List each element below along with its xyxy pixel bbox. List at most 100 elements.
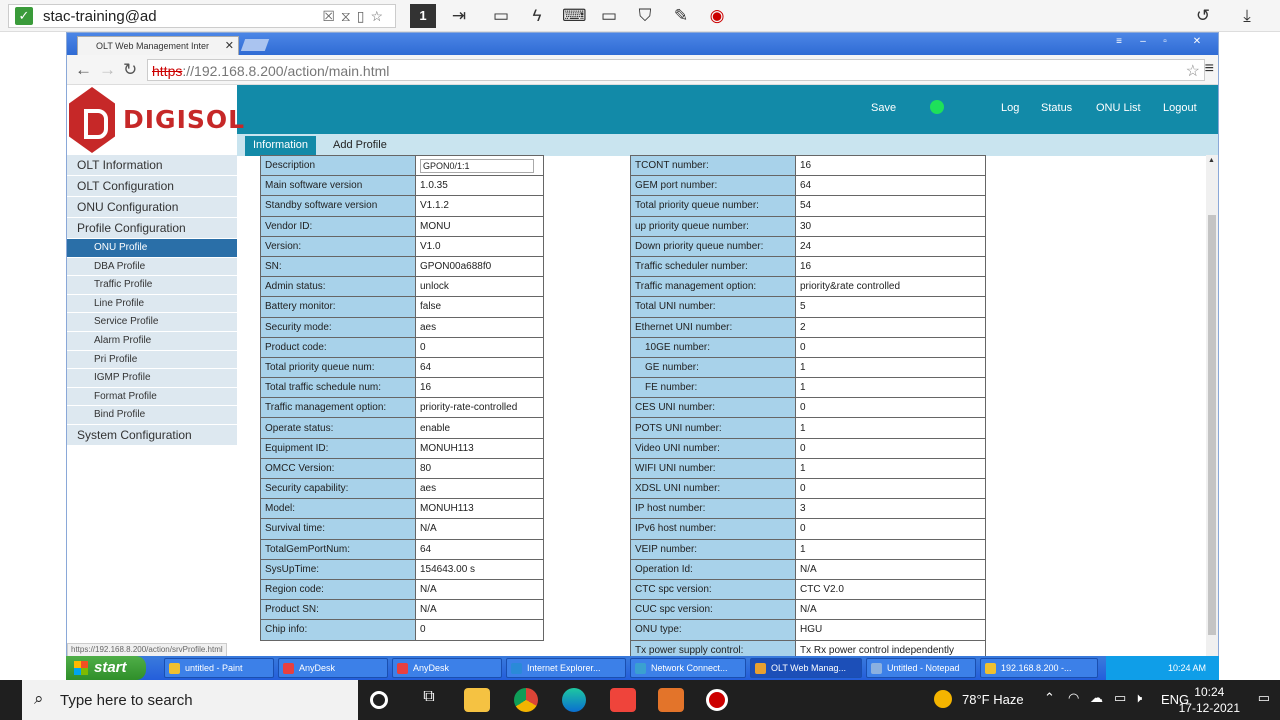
tab-add-profile[interactable]: Add Profile — [333, 139, 387, 151]
xp-taskbar-button[interactable]: AnyDesk — [278, 658, 388, 678]
user-icon[interactable]: ≡ — [1110, 36, 1128, 47]
field-value: MONUH113 — [415, 437, 544, 459]
weather-text[interactable]: 78°F Haze — [962, 692, 1024, 707]
sidebar-item-profile-configuration[interactable]: Profile Configuration — [67, 218, 237, 239]
show-hidden-icons-icon[interactable]: ⌃ — [1044, 690, 1055, 706]
record-icon[interactable]: ◉ — [706, 5, 728, 27]
sidebar-item-traffic-profile[interactable]: Traffic Profile — [67, 276, 237, 295]
bookmark-star-icon[interactable]: ☆ — [1186, 61, 1200, 81]
field-label: Description — [260, 154, 416, 177]
notifications-icon[interactable]: ▭ — [1258, 690, 1270, 706]
windows-start-icon[interactable] — [0, 680, 22, 720]
table-row: Admin status: unlock — [260, 276, 544, 298]
logout-link[interactable]: Logout — [1163, 102, 1197, 114]
xp-taskbar-button-label: OLT Web Manag... — [771, 663, 847, 673]
scroll-thumb[interactable] — [1208, 215, 1216, 635]
task-view-icon[interactable]: ⧉ — [416, 688, 442, 712]
taskbar-clock[interactable]: 10:24 17-12-2021 — [1179, 684, 1240, 716]
window-close-icon[interactable]: ✕ — [1188, 36, 1206, 47]
clock-time: 10:24 — [1194, 685, 1225, 699]
taskbar-search-box[interactable]: ⌕ Type here to search — [22, 680, 358, 720]
skype-icon[interactable] — [658, 688, 684, 712]
anydesk-icon[interactable] — [610, 688, 636, 712]
browser-tab[interactable]: OLT Web Management Inter ✕ — [77, 36, 239, 55]
field-value: aes — [415, 316, 544, 338]
scroll-up-icon[interactable]: ▲ — [1208, 157, 1215, 164]
download-icon[interactable]: ⤓ — [1236, 5, 1258, 27]
table-row: Standby software version V1.1.2 — [260, 195, 544, 217]
battery-icon[interactable]: ▭ — [1114, 690, 1126, 706]
field-label: Version: — [260, 235, 416, 257]
xp-taskbar-button[interactable]: untitled - Paint — [164, 658, 274, 678]
recorder-icon[interactable] — [706, 689, 728, 711]
xp-taskbar-button[interactable]: 192.168.8.200 -... — [980, 658, 1098, 678]
keyboard-icon[interactable]: ⌨ — [562, 5, 587, 27]
onedrive-cloud-icon[interactable]: ☁ — [1090, 690, 1103, 706]
draw-pen-icon[interactable]: ✎ — [670, 5, 692, 27]
file-transfer-icon[interactable]: ⇥ — [448, 5, 470, 27]
sidebar-item-onu-configuration[interactable]: ONU Configuration — [67, 197, 237, 218]
link-status-url: https://192.168.8.200/action/srvProfile.… — [67, 643, 227, 657]
sidebar-item-olt-configuration[interactable]: OLT Configuration — [67, 176, 237, 197]
new-tab-button[interactable] — [240, 39, 270, 51]
session-tab[interactable]: 1 — [410, 4, 436, 28]
reload-icon[interactable]: ↻ — [123, 60, 137, 80]
history-icon[interactable]: ↺ — [1192, 5, 1214, 27]
back-arrow-icon[interactable]: ← — [75, 60, 92, 80]
sidebar-item-dba-profile[interactable]: DBA Profile — [67, 257, 237, 277]
permissions-shield-icon[interactable]: ⛉ — [634, 5, 656, 27]
app-icon — [871, 663, 882, 674]
sidebar-item-olt-information[interactable]: OLT Information — [67, 155, 237, 176]
save-link[interactable]: Save — [871, 102, 896, 114]
chrome-icon[interactable] — [514, 688, 538, 712]
maximize-icon[interactable]: ▫ — [1156, 36, 1174, 47]
page-scrollbar[interactable]: ▲ — [1206, 155, 1218, 657]
onu-list-link[interactable]: ONU List — [1096, 102, 1141, 114]
field-value: 1 — [795, 377, 986, 399]
sidebar-item-system-configuration[interactable]: System Configuration — [67, 424, 237, 446]
sidebar-item-igmp-profile[interactable]: IGMP Profile — [67, 369, 237, 388]
field-label: CUC spc version: — [630, 599, 796, 621]
xp-start-button[interactable]: start — [66, 656, 146, 680]
sidebar-item-format-profile[interactable]: Format Profile — [67, 387, 237, 407]
field-label: TCONT number: — [630, 154, 796, 177]
volume-muted-icon[interactable]: 🕨 — [1134, 690, 1142, 706]
xp-taskbar-button[interactable]: AnyDesk — [392, 658, 502, 678]
minimize-icon[interactable]: – — [1134, 36, 1152, 47]
sidebar-item-alarm-profile[interactable]: Alarm Profile — [67, 331, 237, 351]
sidebar-item-pri-profile[interactable]: Pri Profile — [67, 350, 237, 370]
forward-arrow-icon[interactable]: → — [99, 60, 116, 80]
sidebar-item-onu-profile[interactable]: ONU Profile — [67, 239, 237, 258]
chat-icon[interactable]: ▭ — [490, 5, 512, 27]
table-row: Version: V1.0 — [260, 235, 544, 257]
xp-taskbar-button[interactable]: Untitled - Notepad — [866, 658, 976, 678]
anydesk-address-field[interactable]: ✓ stac-training@ad ☒⧖▯☆ — [8, 4, 396, 28]
field-value: 16 — [795, 154, 986, 177]
sidebar-item-service-profile[interactable]: Service Profile — [67, 313, 237, 332]
log-link[interactable]: Log — [1001, 102, 1019, 114]
file-explorer-icon[interactable] — [464, 688, 490, 712]
field-label: Ethernet UNI number: — [630, 316, 796, 338]
field-value: 1 — [795, 457, 986, 480]
description-input[interactable]: GPON0/1:1 — [420, 158, 534, 173]
xp-taskbar-button[interactable]: Internet Explorer... — [506, 658, 626, 678]
cortana-icon[interactable] — [370, 691, 388, 709]
app-icon — [755, 663, 766, 674]
xp-taskbar-button[interactable]: OLT Web Manag... — [750, 658, 862, 678]
sidebar-item-bind-profile[interactable]: Bind Profile — [67, 406, 237, 425]
network-icon[interactable]: ◠ — [1068, 690, 1079, 706]
tab-information[interactable]: Information — [245, 136, 317, 156]
field-value: N/A — [415, 599, 544, 621]
edge-icon[interactable] — [562, 688, 586, 712]
field-label: SN: — [260, 255, 416, 278]
close-tab-icon[interactable]: ✕ — [225, 39, 234, 52]
sidebar-item-line-profile[interactable]: Line Profile — [67, 294, 237, 314]
browser-menu-icon[interactable]: ≡ — [1205, 60, 1214, 78]
display-icon[interactable]: ▭ — [598, 5, 620, 27]
actions-lightning-icon[interactable]: ϟ — [526, 5, 548, 27]
field-value: N/A — [795, 558, 986, 580]
table-row: up priority queue number: 30 — [630, 215, 986, 237]
status-link[interactable]: Status — [1041, 102, 1072, 114]
xp-taskbar-button[interactable]: Network Connect... — [630, 658, 746, 678]
url-bar[interactable]: https://192.168.8.200/action/main.html ☆ — [147, 59, 1205, 81]
